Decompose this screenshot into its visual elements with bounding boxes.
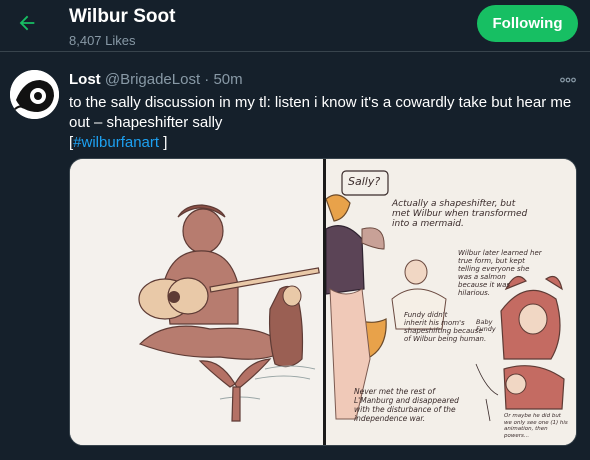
tweet-text-line: to the sally discussion in my tl: listen… (69, 94, 572, 111)
artwork-title: Sally? (348, 175, 381, 188)
tweet-timestamp[interactable]: 50m (213, 71, 242, 88)
tweet-actions (69, 452, 489, 460)
bracket-close: ] (159, 134, 168, 151)
wilbur-guitar-illustration (138, 204, 320, 422)
artwork-note-5: Or maybe he did but we only see one (1) … (504, 413, 568, 439)
profile-header: Wilbur Soot 8,407 Likes Following (0, 0, 590, 52)
more-button[interactable] (554, 69, 582, 89)
hashtag-link[interactable]: #wilburfanart (73, 134, 159, 151)
avatar[interactable] (10, 70, 59, 119)
author-name[interactable]: Lost (69, 71, 101, 88)
author-handle[interactable]: @BrigadeLost (105, 71, 200, 88)
back-button[interactable] (10, 8, 44, 42)
tweet-header: Lost @BrigadeLost · 50m (69, 70, 243, 90)
arrow-left-icon (16, 12, 38, 39)
header-title-block: Wilbur Soot 8,407 Likes (69, 6, 175, 50)
artwork-note-4: Never met the rest of L'Manburg and disa… (354, 387, 459, 423)
separator-dot: · (204, 71, 210, 88)
likes-count: 8,407 Likes (69, 33, 136, 48)
hashtag-line: [#wilburfanart ] (69, 133, 579, 153)
tweet[interactable]: Lost @BrigadeLost · 50m to the sally dis… (0, 60, 590, 460)
artwork-right-panel[interactable]: Sally? Actually a shapeshifter, but met … (325, 159, 576, 445)
more-horizontal-icon (560, 70, 576, 88)
artwork-left-panel[interactable] (70, 159, 323, 445)
page-title: Wilbur Soot (69, 6, 176, 27)
following-button[interactable]: Following (477, 5, 578, 42)
tweet-text-line: out – shapeshifter sally (69, 114, 223, 131)
artwork-note-2: Wilbur later learned her true form, but … (458, 249, 542, 297)
tweet-media[interactable]: Sally? Actually a shapeshifter, but met … (69, 158, 577, 446)
speech-bubble: Baby Fundy (476, 318, 496, 333)
tweet-text: to the sally discussion in my tl: listen… (69, 93, 579, 153)
artwork-note-1: Actually a shapeshifter, but met Wilbur … (392, 199, 528, 229)
